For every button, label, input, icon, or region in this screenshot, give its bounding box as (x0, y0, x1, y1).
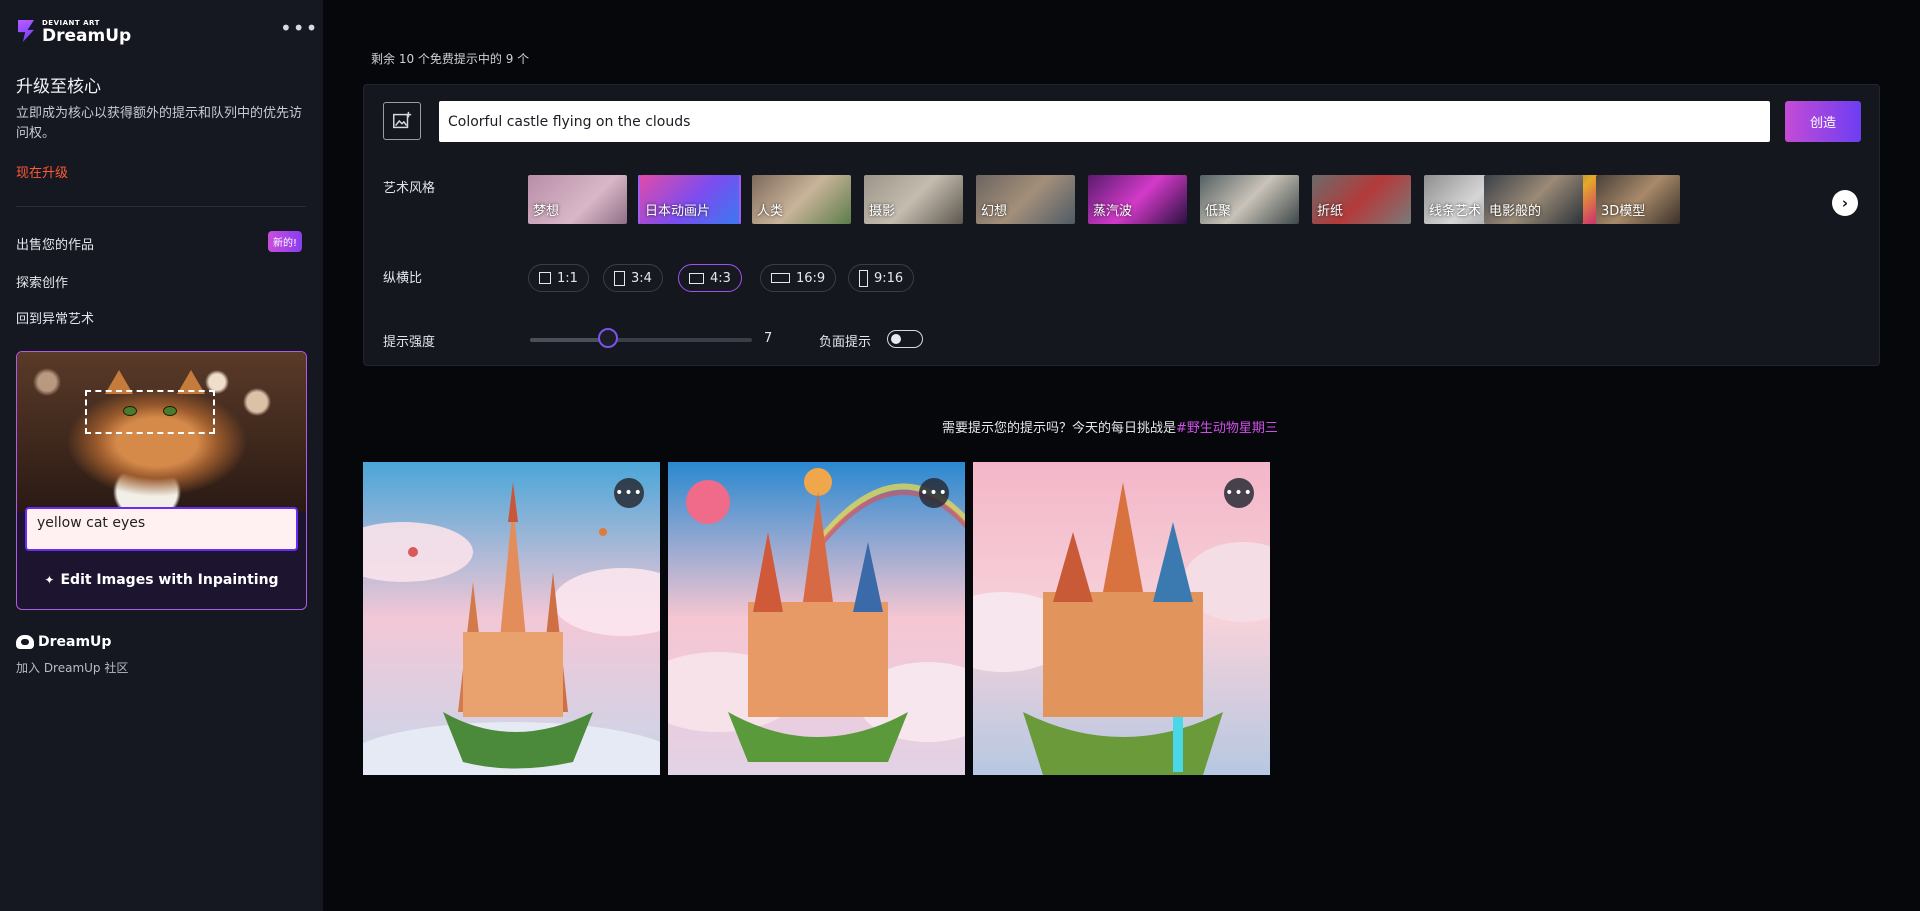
ratio-9-16-button[interactable]: 9:16 (848, 264, 915, 292)
negative-prompt-toggle[interactable] (887, 330, 923, 348)
dreamup-community-logo[interactable]: DreamUp (16, 634, 111, 650)
free-prompts-counter: 剩余 10 个免费提示中的 9 个 (371, 52, 530, 66)
prompt-strength-slider[interactable] (530, 338, 752, 342)
castle-image-2 (668, 462, 965, 775)
add-image-icon (393, 111, 412, 129)
style-vaporwave[interactable]: 蒸汽波 (1088, 175, 1187, 224)
castle-image-1 (363, 462, 660, 775)
sidebar-item-explore[interactable]: 探索创作 (16, 272, 68, 291)
sparkle-icon: ✦ (44, 573, 55, 587)
daily-challenge-text: 需要提示您的提示吗？今天的每日挑战是 (942, 421, 1177, 436)
sidebar: DEVIANT ART DreamUp ••• 升级至核心 立即成为核心以获得额… (0, 0, 323, 911)
inpainting-promo-card[interactable]: yellow cat eyes ✦ Edit Images with Inpain… (16, 351, 307, 610)
tall-portrait-icon (859, 269, 868, 287)
dreamup-logo[interactable]: DEVIANT ART DreamUp (16, 18, 131, 46)
logo-big-text: DreamUp (42, 25, 132, 46)
sidebar-item-sell-work[interactable]: 出售您的作品 (16, 234, 94, 253)
style-origami[interactable]: 折纸 (1312, 175, 1411, 224)
landscape-icon (689, 272, 704, 284)
square-icon (539, 272, 551, 284)
upgrade-title: 升级至核心 (16, 77, 101, 97)
generation-panel: 创造 艺术风格 梦想 日本动画片 人类 摄影 幻想 蒸汽波 低聚 折纸 线条艺术… (363, 84, 1880, 366)
widescreen-icon (771, 273, 790, 283)
castle-image-3 (973, 462, 1270, 775)
style-low-poly[interactable]: 低聚 (1200, 175, 1299, 224)
portrait-icon (614, 270, 625, 286)
sidebar-item-back-to-deviantart[interactable]: 回到异常艺术 (16, 308, 94, 327)
art-style-label: 艺术风格 (383, 181, 436, 196)
slider-fill (530, 338, 608, 342)
prompt-strength-value: 7 (764, 331, 773, 346)
deviantart-logo-icon (16, 18, 38, 46)
footer-brand: DreamUp (38, 634, 112, 650)
result-options-button[interactable]: ••• (614, 478, 644, 508)
result-image[interactable]: ••• (363, 462, 660, 775)
style-photography[interactable]: 摄影 (864, 175, 963, 224)
negative-prompt-label: 负面提示 (819, 335, 872, 350)
result-options-button[interactable]: ••• (1224, 478, 1254, 508)
join-community-link[interactable]: 加入 DreamUp 社区 (16, 659, 128, 676)
style-anime[interactable]: 日本动画片 (638, 175, 741, 224)
daily-challenge-tag[interactable]: #野生动物星期三 (1176, 421, 1278, 436)
style-human[interactable]: 人类 (752, 175, 851, 224)
style-3d-model[interactable]: 3D模型 (1596, 175, 1680, 224)
prompt-input[interactable] (439, 101, 1770, 142)
result-options-button[interactable]: ••• (919, 478, 949, 508)
chevron-right-icon[interactable]: › (1832, 190, 1858, 216)
image-upload-button[interactable] (383, 102, 421, 140)
upgrade-description: 立即成为核心以获得额外的提示和队列中的优先访问权。 (16, 106, 303, 141)
result-image[interactable]: ••• (668, 462, 965, 775)
ratio-1-1-button[interactable]: 1:1 (528, 264, 589, 292)
promo-cat-image (17, 352, 306, 512)
create-button[interactable]: 创造 (1785, 101, 1861, 142)
art-style-carousel: 梦想 日本动画片 人类 摄影 幻想 蒸汽波 低聚 折纸 线条艺术 黏土 (528, 175, 1623, 224)
slider-handle[interactable] (597, 328, 618, 348)
prompt-strength-label: 提示强度 (383, 335, 436, 350)
style-dream[interactable]: 梦想 (528, 175, 627, 224)
ratio-4-3-button[interactable]: 4:3 (678, 264, 742, 292)
style-cinematic[interactable]: 电影般的 (1484, 175, 1583, 224)
ratio-16-9-button[interactable]: 16:9 (760, 264, 837, 292)
new-badge: 新的! (268, 231, 303, 252)
promo-prompt-field: yellow cat eyes (25, 507, 298, 551)
upgrade-now-link[interactable]: 现在升级 (16, 162, 68, 181)
sidebar-divider (16, 206, 306, 207)
style-fantasy[interactable]: 幻想 (976, 175, 1075, 224)
ratio-3-4-button[interactable]: 3:4 (603, 264, 663, 292)
dreamup-cloud-icon (16, 635, 34, 649)
inpainting-cta[interactable]: ✦ Edit Images with Inpainting (17, 572, 306, 588)
inpainting-cta-label: Edit Images with Inpainting (60, 572, 279, 588)
aspect-ratio-label: 纵横比 (383, 271, 423, 286)
daily-challenge: 需要提示您的提示吗？今天的每日挑战是#野生动物星期三 (942, 417, 1278, 436)
result-image[interactable]: ••• (973, 462, 1270, 775)
selection-box (85, 390, 215, 434)
more-options-icon[interactable]: ••• (280, 18, 318, 38)
